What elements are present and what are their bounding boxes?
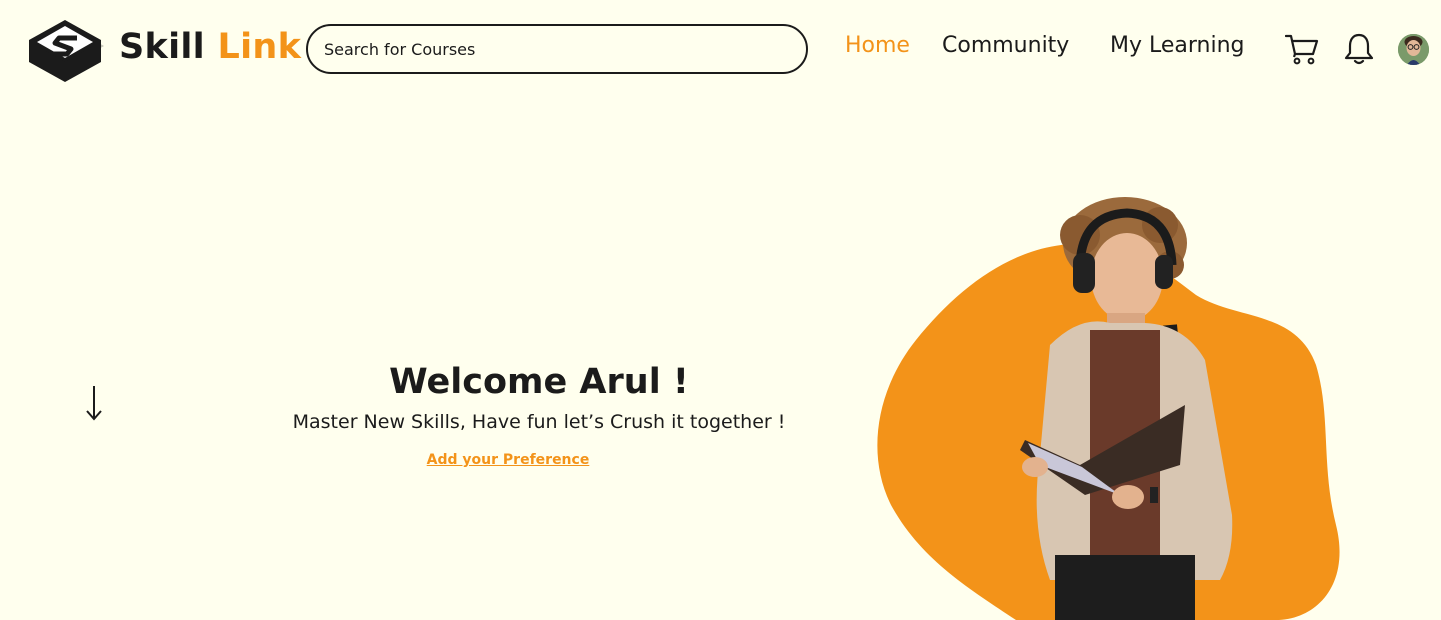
add-preference-link[interactable]: Add your Preference [408, 452, 608, 468]
tagline: Master New Skills, Have fun let’s Crush … [292, 411, 786, 433]
nav-my-learning[interactable]: My Learning [1110, 33, 1245, 58]
nav-home[interactable]: Home [845, 33, 910, 58]
logo-icon [29, 20, 104, 82]
avatar[interactable] [1398, 34, 1429, 65]
brand-part-2: Link [217, 27, 302, 67]
search-input[interactable] [306, 24, 808, 74]
student-illustration [1020, 197, 1233, 620]
brand-name: Skill Link [119, 27, 301, 67]
brand-part-1: Skill [119, 27, 205, 67]
arrow-down-icon[interactable] [84, 384, 104, 422]
bell-icon[interactable] [1343, 32, 1375, 66]
welcome-heading: Welcome Arul ! [389, 362, 689, 402]
cart-icon[interactable] [1285, 33, 1319, 65]
page: Skill Link Home Community My Learning We… [0, 0, 1441, 620]
nav-community[interactable]: Community [942, 33, 1069, 58]
logo[interactable] [25, 16, 105, 88]
